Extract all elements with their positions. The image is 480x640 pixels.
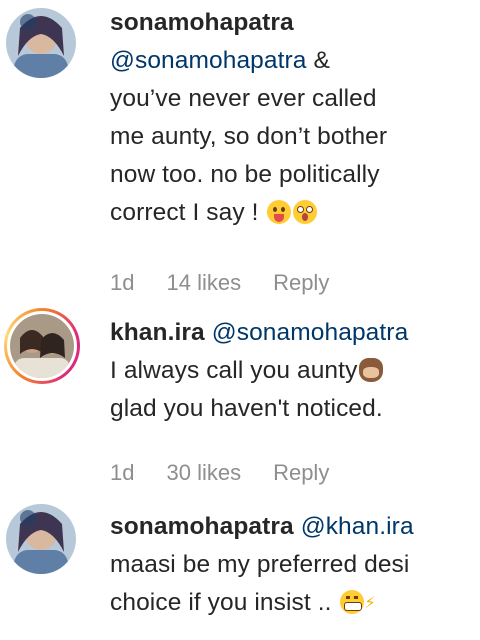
- comment-text: &: [306, 47, 330, 74]
- reply-button[interactable]: Reply: [273, 460, 329, 486]
- astonished-emoji-icon: [293, 200, 318, 224]
- avatar: [10, 314, 74, 378]
- avatar[interactable]: [6, 504, 76, 574]
- comment-text-line: maasi be my preferred desi: [110, 551, 410, 578]
- comment-mention[interactable]: @sonamohapatra: [110, 47, 307, 74]
- comment-mention[interactable]: @khan.ira: [301, 513, 414, 540]
- grimacing-emoji-icon: [340, 590, 365, 614]
- comment-text-line: me aunty, so don’t bother: [110, 123, 388, 150]
- comment-text-line: correct I say !: [110, 199, 259, 226]
- comment-meta: 1d 14 likes Reply: [110, 270, 361, 296]
- comment-timestamp: 1d: [110, 270, 135, 295]
- comment-likes-count[interactable]: 14 likes: [166, 270, 241, 296]
- story-ring[interactable]: [4, 308, 80, 384]
- comment-likes-count[interactable]: 30 likes: [166, 460, 241, 486]
- comment-username[interactable]: sonamohapatra: [110, 9, 294, 36]
- comment-meta: 1d 30 likes Reply: [110, 460, 361, 486]
- comment-text-line: choice if you insist ..: [110, 589, 332, 616]
- comment-mention[interactable]: @sonamohapatra: [212, 319, 409, 346]
- comment-text-line: you’ve never ever called: [110, 85, 377, 112]
- tongue-out-emoji-icon: [267, 200, 292, 224]
- comment-text-line: now too. no be politically: [110, 161, 380, 188]
- reply-button[interactable]: Reply: [273, 270, 329, 296]
- see-no-evil-monkey-emoji-icon: [359, 358, 384, 382]
- sparkle-icon: ⚡: [364, 595, 376, 612]
- comment-text-line: I always call you aunty: [110, 357, 358, 384]
- comment-timestamp: 1d: [110, 460, 135, 485]
- avatar[interactable]: [6, 8, 76, 78]
- comment-text-line: glad you haven't noticed.: [110, 395, 383, 422]
- comment-username[interactable]: sonamohapatra: [110, 513, 294, 540]
- comment-username[interactable]: khan.ira: [110, 319, 205, 346]
